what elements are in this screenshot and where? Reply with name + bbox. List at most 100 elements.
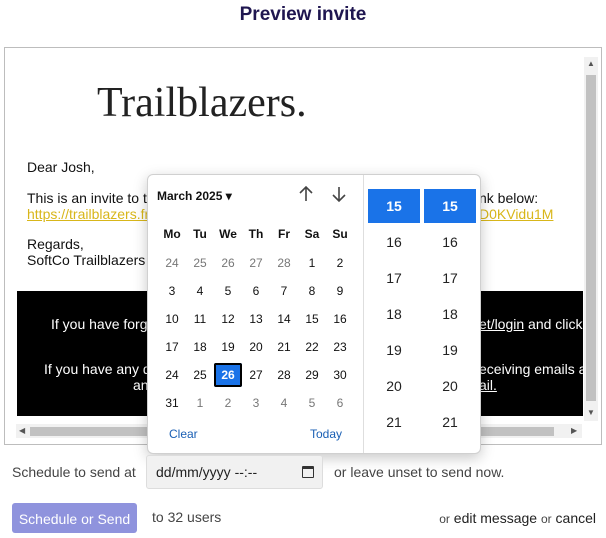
footer-email-link[interactable]: ail. xyxy=(479,377,497,393)
edit-message-link[interactable]: edit message xyxy=(454,510,537,526)
calendar-day[interactable]: 2 xyxy=(214,391,242,415)
calendar-day[interactable]: 10 xyxy=(158,307,186,331)
schedule-hint: or leave unset to send now. xyxy=(334,464,505,480)
today-button[interactable]: Today xyxy=(310,427,342,441)
schedule-input-value: dd/mm/yyyy --:-- xyxy=(156,464,258,480)
calendar-day[interactable]: 14 xyxy=(270,307,298,331)
weekday-header: Th xyxy=(248,227,264,241)
hour-option[interactable]: 15 xyxy=(368,189,420,223)
minute-option[interactable]: 15 xyxy=(424,189,476,223)
minute-option[interactable]: 18 xyxy=(424,297,476,331)
calendar-day[interactable]: 13 xyxy=(242,307,270,331)
vertical-scroll-thumb[interactable] xyxy=(586,75,596,401)
footer-line2-start: If you have any q xyxy=(44,361,151,377)
hour-option[interactable]: 20 xyxy=(368,369,420,403)
calendar-day[interactable]: 25 xyxy=(186,363,214,387)
month-select[interactable]: March 2025 ▾ xyxy=(157,189,232,203)
weekday-header: Mo xyxy=(163,227,181,241)
schedule-or-send-button[interactable]: Schedule or Send xyxy=(12,503,137,533)
hour-option[interactable]: 19 xyxy=(368,333,420,367)
calendar-day[interactable]: 28 xyxy=(270,363,298,387)
email-logo: Trailblazers. xyxy=(97,80,307,126)
calendar-day[interactable]: 7 xyxy=(270,279,298,303)
calendar-day[interactable]: 3 xyxy=(242,391,270,415)
calendar-day[interactable]: 6 xyxy=(326,391,354,415)
minute-option[interactable]: 16 xyxy=(424,225,476,259)
calendar-day[interactable]: 26 xyxy=(214,251,242,275)
scroll-right-icon[interactable]: ▶ xyxy=(571,427,577,435)
scroll-left-icon[interactable]: ◀ xyxy=(19,427,25,435)
calendar-day[interactable]: 27 xyxy=(242,251,270,275)
minute-option[interactable]: 21 xyxy=(424,405,476,439)
or-text: or xyxy=(540,512,552,526)
calendar-day[interactable]: 11 xyxy=(186,307,214,331)
calendar-day[interactable]: 16 xyxy=(326,307,354,331)
weekday-header: Sa xyxy=(304,227,320,241)
calendar-day[interactable]: 20 xyxy=(242,335,270,359)
calendar-day[interactable]: 5 xyxy=(214,279,242,303)
calendar-day[interactable]: 29 xyxy=(298,363,326,387)
calendar-day[interactable]: 1 xyxy=(298,251,326,275)
calendar-day[interactable]: 15 xyxy=(298,307,326,331)
calendar-day[interactable]: 12 xyxy=(214,307,242,331)
hour-option[interactable]: 17 xyxy=(368,261,420,295)
date-time-picker: March 2025 ▾ Mo Tu We Th Fr Sa Su 24 25 26 27 28 1 2 3… xyxy=(147,174,481,454)
calendar-day[interactable]: 24 xyxy=(158,251,186,275)
calendar-icon[interactable] xyxy=(302,466,314,478)
arrow-up-icon[interactable] xyxy=(298,185,314,208)
calendar-day[interactable]: 28 xyxy=(270,251,298,275)
minute-option[interactable]: 20 xyxy=(424,369,476,403)
secondary-actions: or edit message or cancel xyxy=(439,510,596,526)
calendar-day[interactable]: 5 xyxy=(298,391,326,415)
hour-option[interactable]: 16 xyxy=(368,225,420,259)
picker-divider xyxy=(363,175,364,453)
schedule-datetime-input[interactable]: dd/mm/yyyy --:-- xyxy=(146,455,323,489)
footer-line1-start: If you have forg xyxy=(51,316,148,332)
footer-login-link[interactable]: et/login xyxy=(479,316,524,332)
calendar-day[interactable]: 1 xyxy=(186,391,214,415)
minute-option[interactable]: 19 xyxy=(424,333,476,367)
calendar-day[interactable]: 22 xyxy=(298,335,326,359)
calendar-day[interactable]: 21 xyxy=(270,335,298,359)
weekday-header: We xyxy=(219,227,237,241)
calendar-day[interactable]: 24 xyxy=(158,363,186,387)
weekday-header: Su xyxy=(332,227,348,241)
footer-line3-end: ail. xyxy=(479,377,497,393)
calendar-day[interactable]: 27 xyxy=(242,363,270,387)
calendar-day[interactable]: 19 xyxy=(214,335,242,359)
calendar-day[interactable]: 18 xyxy=(186,335,214,359)
email-invite-link-start[interactable]: https://trailblazers.fr xyxy=(27,206,149,222)
arrow-down-icon[interactable] xyxy=(331,185,347,208)
calendar-day[interactable]: 31 xyxy=(158,391,186,415)
minute-option[interactable]: 17 xyxy=(424,261,476,295)
email-intro-start: This is an invite to t xyxy=(27,190,147,206)
footer-line1-end: et/login and click xyxy=(479,316,583,332)
calendar-day[interactable]: 30 xyxy=(326,363,354,387)
calendar-day[interactable]: 2 xyxy=(326,251,354,275)
hour-option[interactable]: 18 xyxy=(368,297,420,331)
email-invite-link-end[interactable]: D0KVidu1M xyxy=(479,206,553,222)
vertical-scrollbar[interactable]: ▲ ▼ xyxy=(584,57,598,421)
calendar-day[interactable]: 3 xyxy=(158,279,186,303)
schedule-label: Schedule to send at xyxy=(12,464,136,480)
email-greeting: Dear Josh, xyxy=(27,159,95,175)
footer-line1-tail: and click xyxy=(524,316,583,332)
cancel-link[interactable]: cancel xyxy=(556,510,596,526)
calendar-day[interactable]: 4 xyxy=(270,391,298,415)
calendar-day[interactable]: 26 xyxy=(214,363,242,387)
weekday-header: Fr xyxy=(278,227,290,241)
clear-button[interactable]: Clear xyxy=(169,427,198,441)
calendar-day[interactable]: 8 xyxy=(298,279,326,303)
calendar-day[interactable]: 23 xyxy=(326,335,354,359)
calendar-day[interactable]: 6 xyxy=(242,279,270,303)
calendar-day[interactable]: 9 xyxy=(326,279,354,303)
hour-option[interactable]: 21 xyxy=(368,405,420,439)
scroll-up-icon[interactable]: ▲ xyxy=(587,60,595,68)
calendar-day[interactable]: 17 xyxy=(158,335,186,359)
scroll-down-icon[interactable]: ▼ xyxy=(587,409,595,417)
calendar-day[interactable]: 4 xyxy=(186,279,214,303)
email-intro-end: nk below: xyxy=(479,190,539,206)
calendar-day[interactable]: 25 xyxy=(186,251,214,275)
weekday-header: Tu xyxy=(193,227,207,241)
page-title: Preview invite xyxy=(239,4,367,25)
